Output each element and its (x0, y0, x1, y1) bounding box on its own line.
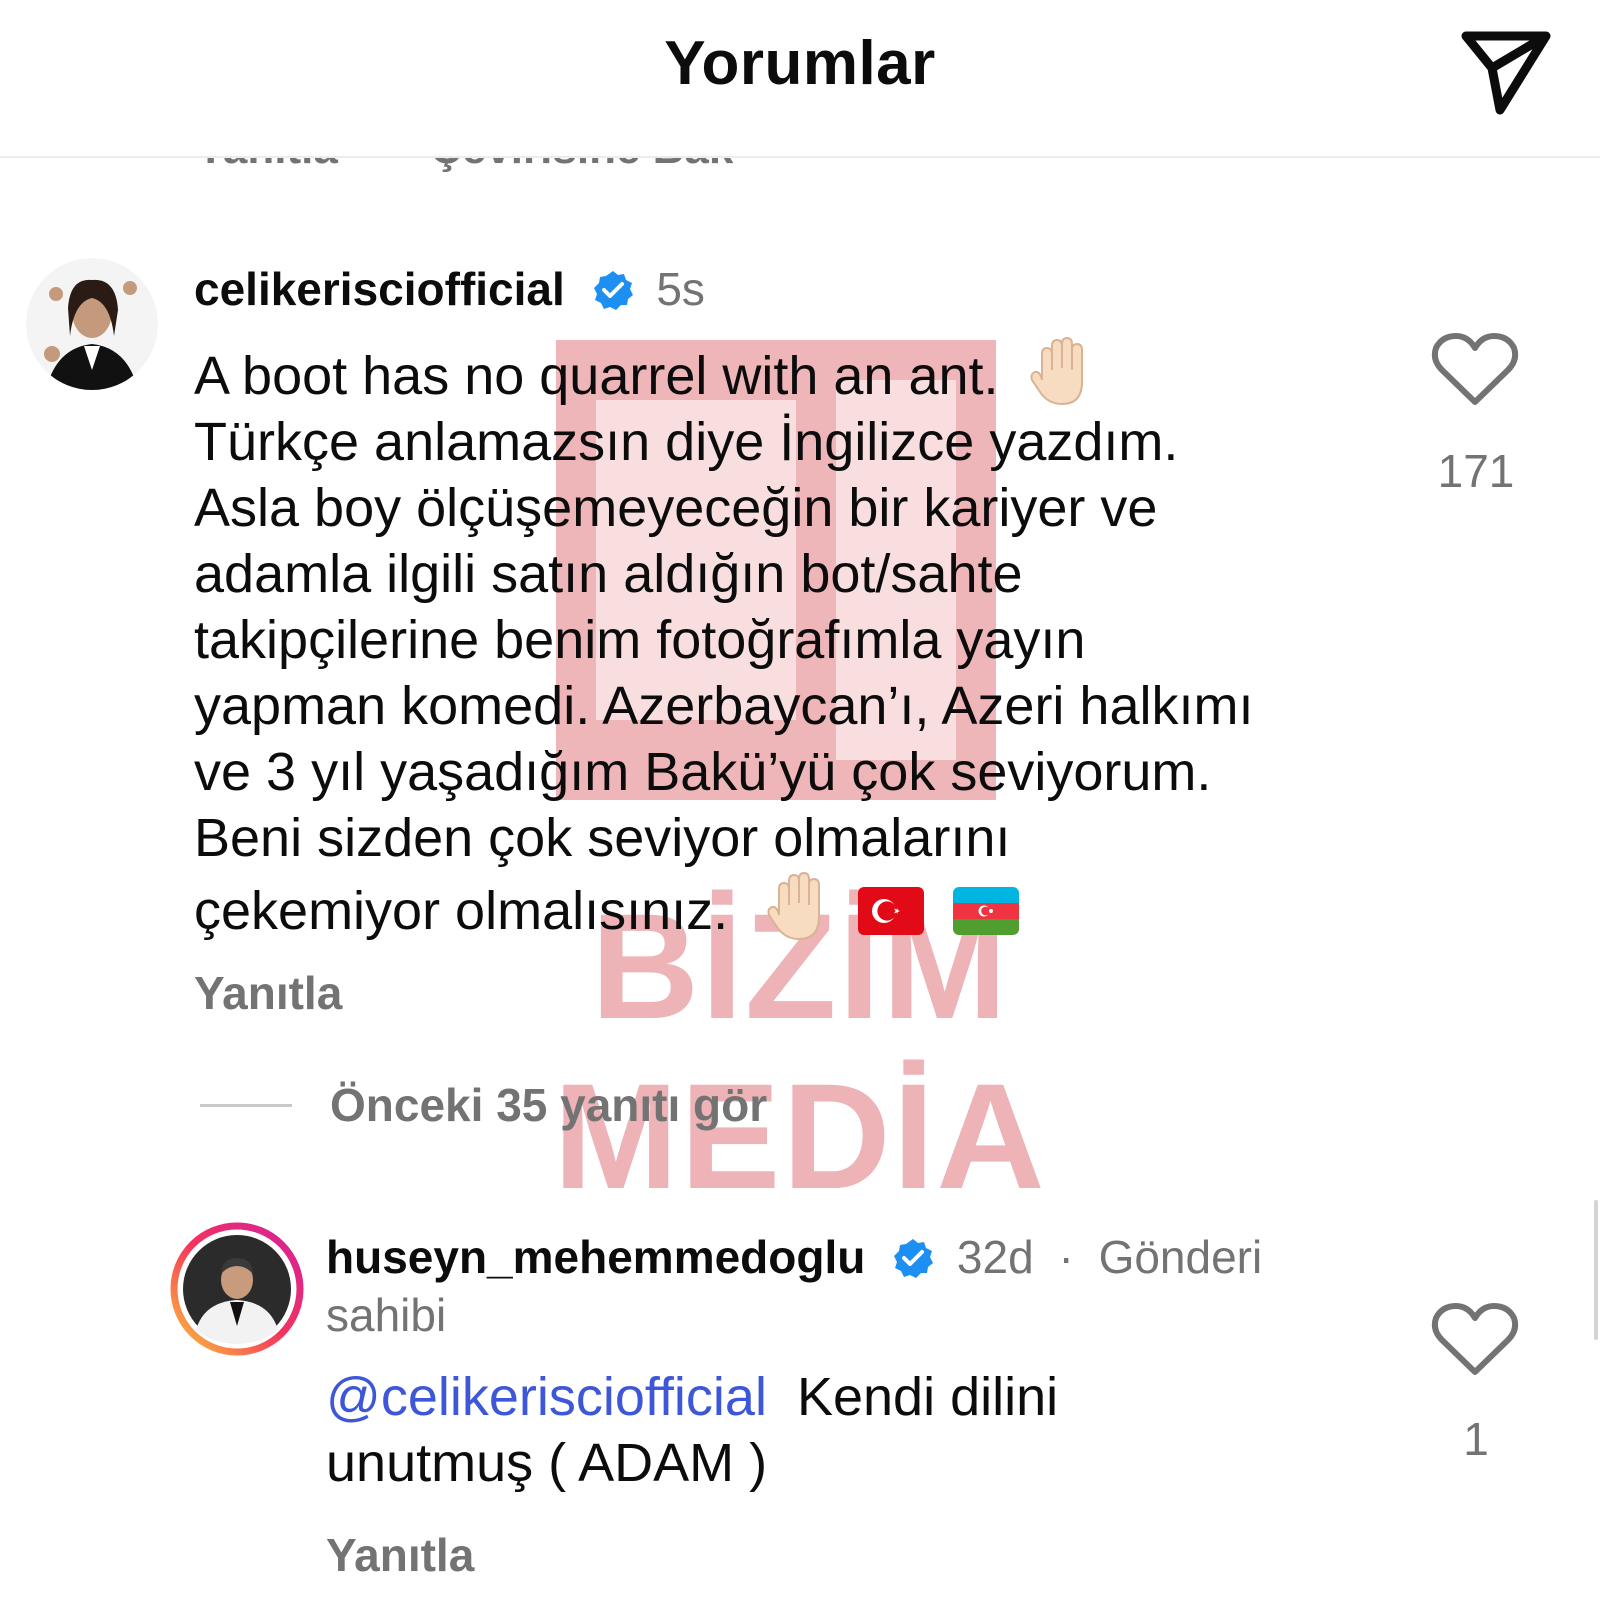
comment-line: adamla ilgili satın aldığın bot/sahte (194, 544, 1023, 604)
post-owner-label-continued: sahibi (326, 1289, 447, 1341)
comment-line: Türkçe anlamazsın diye İngilizce yazdım. (194, 412, 1179, 472)
verified-badge-icon (593, 271, 633, 310)
comment-time: 5s (656, 263, 705, 315)
replies-divider-line (200, 1104, 292, 1107)
mention-link[interactable]: @celikerisciofficial (326, 1367, 767, 1427)
view-previous-replies[interactable]: Önceki 35 yanıtı gör (200, 1078, 900, 1138)
comment-line: A boot has no quarrel with an ant. (194, 336, 1394, 409)
meta-separator: · (1058, 1231, 1074, 1283)
heart-icon (1431, 1303, 1519, 1375)
page-title: Yorumlar (664, 29, 936, 98)
verified-badge-icon (894, 1239, 934, 1278)
comment-line: yapman komedi. Azerbaycan’ı, Azeri halkı… (194, 676, 1254, 736)
comment-line: çekemiyor olmalısınız. (194, 871, 1394, 944)
comment-line: takipçilerine benim fotoğrafımla yayın (194, 610, 1086, 670)
flag-azerbaijan-icon (953, 887, 1020, 935)
comment-line: unutmuş ( ADAM ) (326, 1433, 768, 1493)
username[interactable]: celikerisciofficial (194, 263, 565, 315)
raised-hand-icon (1030, 336, 1083, 406)
heart-icon (1431, 333, 1519, 405)
username[interactable]: huseyn_mehemmedoglu (326, 1231, 865, 1283)
view-replies-label[interactable]: Önceki 35 yanıtı gör (330, 1078, 767, 1132)
avatar-story-ring[interactable] (170, 1222, 304, 1356)
like-button[interactable] (1430, 330, 1520, 415)
avatar[interactable] (26, 258, 158, 390)
reply-button[interactable]: Yanıtla (194, 966, 342, 1020)
comment-line: Asla boy ölçüşemeyeceğin bir kariyer ve (194, 478, 1158, 538)
raised-hand-icon (767, 871, 821, 941)
comment-line: @celikerisciofficial Kendi dilini (326, 1367, 1059, 1427)
reply-button[interactable]: Yanıtla (326, 1528, 474, 1582)
comment-text: @celikerisciofficial Kendi dilini unutmu… (326, 1364, 1386, 1496)
like-button[interactable] (1430, 1300, 1520, 1385)
header: Yorumlar (0, 0, 1600, 158)
comment-header: celikerisciofficial 5s (194, 262, 705, 316)
scrollbar[interactable] (1594, 1200, 1598, 1340)
like-count: 1 (1463, 1413, 1489, 1465)
comment-line: Beni sizden çok seviyor olmalarını (194, 808, 1011, 868)
flag-turkey-icon (858, 887, 925, 935)
send-icon (1461, 31, 1551, 115)
post-owner-label: Gönderi (1098, 1231, 1263, 1283)
comment-time: 32d (956, 1231, 1034, 1283)
comment-text: A boot has no quarrel with an ant. Türkç… (194, 336, 1394, 944)
comment-line: ve 3 yıl yaşadığım Bakü’yü çok seviyorum… (194, 742, 1212, 802)
send-button[interactable] (1452, 14, 1556, 118)
comment-header: huseyn_mehemmedoglu 32d · Gönderi (326, 1230, 1262, 1284)
like-count: 171 (1437, 445, 1515, 497)
